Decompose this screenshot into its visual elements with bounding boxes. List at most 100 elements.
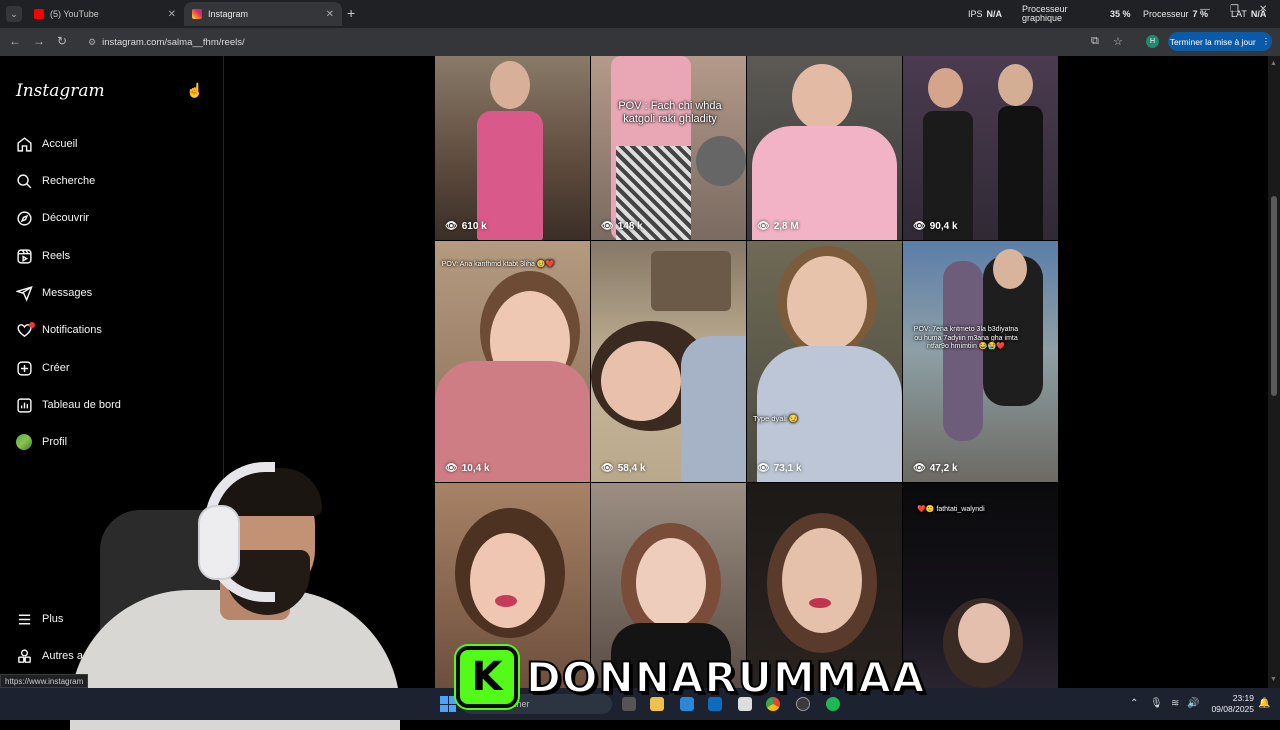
- sidebar-item-label: Tableau de bord: [42, 399, 121, 411]
- avatar: [14, 432, 34, 452]
- reel-thumbnail[interactable]: ❤️🙂 fathtati_walyndi: [903, 483, 1058, 688]
- browser-tab-bar: ⌄ (5) YouTube ✕ Instagram ✕ + IPS N/A Pr…: [0, 0, 1280, 28]
- back-icon[interactable]: ←: [9, 34, 21, 48]
- plus-square-icon: [14, 358, 34, 378]
- reel-thumbnail[interactable]: 👁 58,4 k: [591, 241, 746, 482]
- reel-caption: Type dyali 😏: [753, 414, 799, 423]
- view-count: 👁 47,2 k: [913, 463, 958, 474]
- address-bar[interactable]: ⚙ instagram.com/salma__fhm/reels/: [80, 31, 1140, 53]
- view-count: 👁 2,8 M: [757, 221, 799, 232]
- reel-thumbnail[interactable]: 👁 610 k: [435, 56, 590, 240]
- reel-thumbnail[interactable]: POV : Fach chi whda katgoli raki ghladit…: [591, 56, 746, 240]
- browser-toolbar: ← → ↻ ⚙ instagram.com/salma__fhm/reels/ …: [0, 28, 1280, 56]
- hud-label: IPS: [968, 9, 983, 19]
- instagram-logo[interactable]: Instagram: [16, 81, 105, 101]
- sidebar-item-messages[interactable]: Messages: [14, 281, 92, 305]
- reel-thumbnail[interactable]: 👁 2,8 M: [747, 56, 902, 240]
- window-close-icon[interactable]: ✕: [1259, 4, 1267, 15]
- browser-profile-avatar[interactable]: H: [1146, 35, 1159, 48]
- forward-icon[interactable]: →: [33, 34, 45, 48]
- compass-icon: [14, 208, 34, 228]
- tab-youtube[interactable]: (5) YouTube ✕: [26, 2, 184, 26]
- reel-caption: POV: Ana kanfhmd ktabt 3liha 🥹❤️: [441, 261, 555, 268]
- home-icon: [14, 134, 34, 154]
- eye-icon: 👁: [601, 463, 614, 474]
- new-tab-icon[interactable]: +: [347, 5, 355, 21]
- reload-icon[interactable]: ↻: [57, 34, 67, 48]
- hud-value: N/A: [986, 9, 1003, 19]
- sidebar-item-label: Créer: [42, 362, 70, 374]
- volume-icon[interactable]: 🔊: [1187, 698, 1199, 709]
- eye-icon: 👁: [913, 463, 926, 474]
- sidebar-item-label: Notifications: [42, 324, 102, 336]
- sidebar-item-notifications[interactable]: Notifications: [14, 318, 102, 342]
- page-scrollbar[interactable]: ▲ ▼: [1268, 56, 1280, 688]
- sidebar-item-create[interactable]: Créer: [14, 356, 70, 380]
- sidebar-item-search[interactable]: Recherche: [14, 169, 95, 193]
- sidebar-item-dashboard[interactable]: Tableau de bord: [14, 393, 121, 417]
- streamer-banner: K DONNARUMMAA: [456, 646, 925, 708]
- url-text: instagram.com/salma__fhm/reels/: [102, 36, 245, 48]
- hud-label: Processeur: [1143, 9, 1189, 19]
- sidebar-item-reels[interactable]: Reels: [14, 244, 70, 268]
- eye-icon: 👁: [445, 221, 458, 232]
- taskbar-clock[interactable]: 23:19 09/08/2025: [1204, 693, 1254, 715]
- scroll-up-icon[interactable]: ▲: [1270, 60, 1277, 67]
- eye-icon: 👁: [913, 221, 926, 232]
- mouse-cursor-icon: ☝: [186, 82, 204, 98]
- more-apps-icon: [14, 646, 34, 666]
- kick-logo-icon: K: [456, 646, 518, 708]
- view-count: 👁 90,4 k: [913, 221, 958, 232]
- reel-thumbnail[interactable]: POV: 7ena kntmeto 3la b3diyatna ou huma …: [903, 241, 1058, 482]
- reels-grid: 👁 610 k POV : Fach chi whda katgoli raki …: [435, 56, 1059, 688]
- sidebar-item-explore[interactable]: Découvrir: [14, 206, 89, 230]
- bookmark-star-icon[interactable]: ☆: [1113, 35, 1123, 48]
- view-count: 👁 148 k: [601, 221, 643, 232]
- hud-label: graphique: [1022, 13, 1063, 23]
- minimize-icon[interactable]: —: [1200, 4, 1210, 15]
- sidebar-item-label: Reels: [42, 250, 71, 262]
- eye-icon: 👁: [445, 463, 458, 474]
- instagram-icon: [192, 9, 202, 19]
- microphone-icon[interactable]: 🎙: [1150, 698, 1163, 709]
- notification-center-icon[interactable]: 🔔: [1258, 698, 1270, 709]
- hud-gpu: 35 %: [1106, 0, 1131, 28]
- wifi-icon[interactable]: ≋: [1171, 698, 1179, 709]
- reel-thumbnail[interactable]: POV: Ana kanfhmd ktabt 3liha 🥹❤️ 👁 10,4 k: [435, 241, 590, 482]
- sidebar-item-label: Recherche: [42, 175, 96, 187]
- sidebar-item-home[interactable]: Accueil: [14, 132, 77, 156]
- tab-search-menu-icon[interactable]: ⌄: [6, 6, 22, 22]
- chevron-up-icon[interactable]: ⌃: [1130, 698, 1138, 709]
- close-icon[interactable]: ✕: [326, 9, 334, 20]
- tab-instagram[interactable]: Instagram ✕: [184, 2, 342, 26]
- site-info-icon[interactable]: ⚙: [88, 37, 96, 48]
- hud-value: 35 %: [1110, 9, 1131, 19]
- headset-earcup: [198, 505, 240, 580]
- reel-caption: POV : Fach chi whda katgoli raki ghladit…: [618, 100, 722, 125]
- sidebar-item-label: Messages: [42, 287, 93, 299]
- tab-label: (5) YouTube: [50, 9, 99, 19]
- close-icon[interactable]: ✕: [168, 9, 176, 20]
- reel-thumbnail[interactable]: 👁 90,4 k: [903, 56, 1058, 240]
- hud-cpu: Processeur 7 %: [1143, 0, 1208, 28]
- windows-start-icon[interactable]: [440, 696, 456, 712]
- reel-caption: ❤️🙂 fathtati_walyndi: [917, 506, 985, 513]
- update-browser-button[interactable]: Terminer la mise à jour ⋮: [1168, 32, 1272, 51]
- sidebar-item-label: Accueil: [42, 138, 78, 150]
- kick-logo-letter: K: [471, 654, 503, 700]
- dashboard-icon: [14, 395, 34, 415]
- eye-icon: 👁: [757, 221, 770, 232]
- scroll-thumb[interactable]: [1271, 196, 1277, 396]
- clock-time: 23:19: [1232, 693, 1254, 703]
- maximize-icon[interactable]: ❐: [1230, 4, 1239, 15]
- sidebar-item-label: Découvrir: [42, 212, 90, 224]
- tab-label: Instagram: [208, 9, 249, 19]
- view-count: 👁 610 k: [445, 221, 487, 232]
- install-app-icon[interactable]: ⧉: [1091, 35, 1099, 48]
- eye-icon: 👁: [601, 221, 614, 232]
- scroll-down-icon[interactable]: ▼: [1270, 676, 1277, 683]
- reel-thumbnail[interactable]: Type dyali 😏 👁 73,1 k: [747, 241, 902, 482]
- menu-icon: [14, 609, 34, 629]
- search-icon: [14, 171, 34, 191]
- reels-icon: [14, 246, 34, 266]
